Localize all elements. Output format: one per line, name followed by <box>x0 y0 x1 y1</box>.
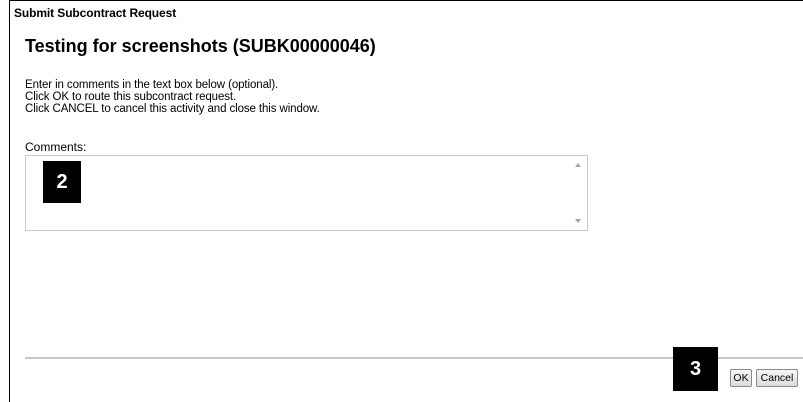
comments-scrollbar[interactable] <box>570 156 587 230</box>
instruction-line-2: Click OK to route this subcontract reque… <box>25 91 237 103</box>
comments-textarea[interactable] <box>26 156 571 230</box>
comments-label: Comments: <box>25 140 87 154</box>
cancel-button[interactable]: Cancel <box>756 369 798 387</box>
step-callout-3: 3 <box>673 347 718 391</box>
step-callout-2: 2 <box>43 161 81 203</box>
ok-button[interactable]: OK <box>730 369 752 387</box>
scroll-up-arrow-icon[interactable] <box>575 163 581 167</box>
comments-field-container <box>25 155 588 231</box>
scroll-down-arrow-icon[interactable] <box>575 219 581 223</box>
submit-subcontract-window: Submit Subcontract Request Testing for s… <box>9 0 803 402</box>
instruction-line-3: Click CANCEL to cancel this activity and… <box>25 103 320 115</box>
instruction-line-1: Enter in comments in the text box below … <box>25 79 279 91</box>
page-title: Testing for screenshots (SUBK00000046) <box>25 36 376 56</box>
window-title: Submit Subcontract Request <box>14 6 177 20</box>
instructions: Enter in comments in the text box below … <box>25 79 320 115</box>
